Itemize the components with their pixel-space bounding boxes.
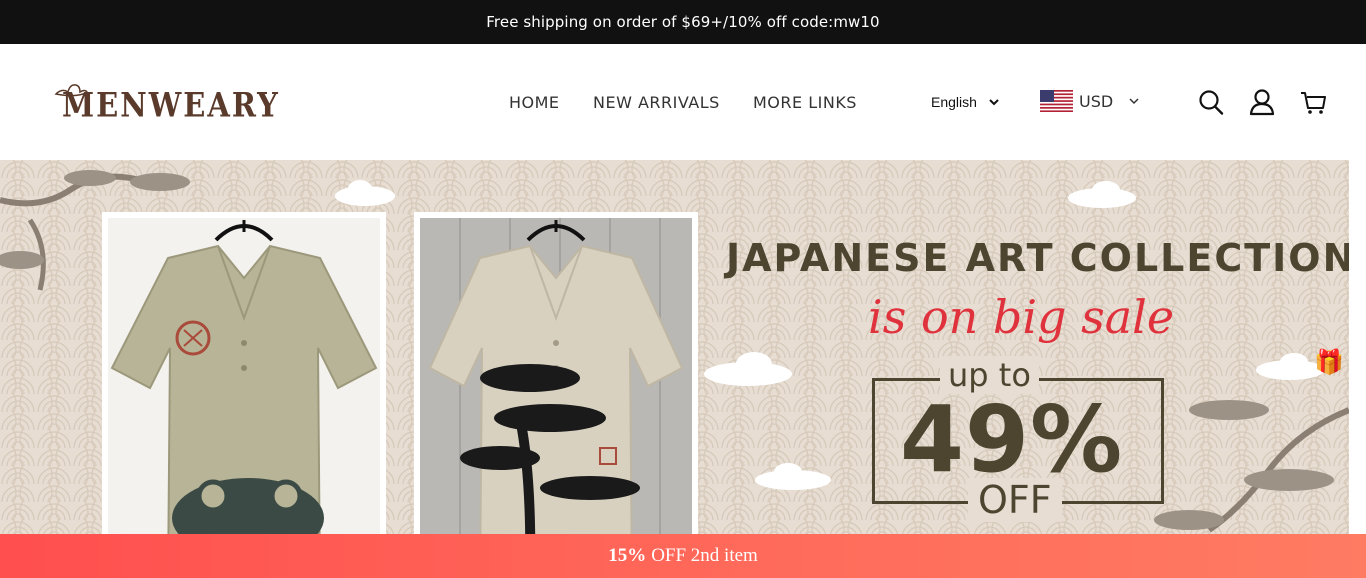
shirt-image — [420, 218, 692, 578]
currency-selector[interactable]: USD — [1040, 90, 1139, 112]
site-header: MENWEARY HOME NEW ARRIVALS MORE LINKS En… — [0, 44, 1366, 160]
announcement-text: Free shipping on order of $69+/10% off c… — [486, 13, 880, 31]
nav-home[interactable]: HOME — [509, 93, 560, 112]
hero-banner[interactable]: JAPANESE ART COLLECTION is on big sale u… — [0, 160, 1349, 578]
language-label: English — [931, 94, 977, 110]
hero-discount-percent: 49% — [900, 386, 1124, 493]
hero-title: JAPANESE ART COLLECTION — [726, 236, 1349, 280]
cloud-decoration — [755, 463, 831, 490]
promo-bold: 15% — [608, 545, 647, 566]
us-flag-icon — [1040, 90, 1073, 112]
account-icon[interactable] — [1249, 88, 1275, 116]
cloud-decoration — [335, 180, 395, 206]
logo[interactable]: MENWEARY — [54, 80, 278, 130]
currency-label: USD — [1079, 91, 1114, 111]
cloud-decoration — [704, 352, 792, 386]
chevron-down-icon — [989, 98, 999, 105]
promo-text: OFF 2nd item — [651, 545, 758, 566]
scrollbar[interactable] — [1349, 160, 1366, 578]
hero-off-label: OFF — [968, 478, 1062, 522]
chevron-down-icon — [1129, 97, 1139, 104]
shirt-image — [108, 218, 380, 578]
logo-text: MENWEARY — [62, 85, 280, 125]
nav-new-arrivals[interactable]: NEW ARRIVALS — [593, 93, 720, 112]
language-selector[interactable]: English — [931, 94, 999, 110]
gift-icon[interactable]: 🎁 — [1314, 348, 1344, 377]
cart-icon[interactable] — [1300, 88, 1326, 116]
product-image-frog-shirt[interactable] — [102, 212, 386, 578]
search-icon[interactable] — [1198, 88, 1224, 116]
nav-more-links[interactable]: MORE LINKS — [753, 93, 857, 112]
announcement-bar: Free shipping on order of $69+/10% off c… — [0, 0, 1366, 44]
promo-bar[interactable]: 15% OFF 2nd item — [0, 534, 1366, 578]
cloud-decoration — [1068, 181, 1136, 208]
product-image-pine-shirt[interactable] — [414, 212, 698, 578]
hero-subtitle: is on big sale — [868, 290, 1175, 344]
